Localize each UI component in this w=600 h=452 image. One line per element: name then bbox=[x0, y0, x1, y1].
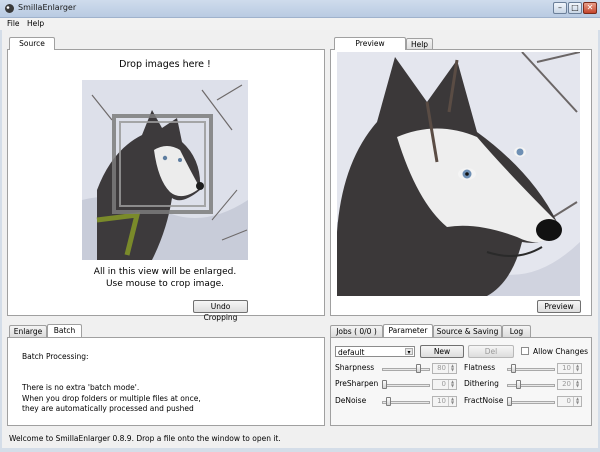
maximize-button[interactable]: □ bbox=[568, 2, 582, 14]
tab-enlarge[interactable]: Enlarge bbox=[9, 325, 47, 337]
tab-jobs[interactable]: Jobs ( 0/0 ) bbox=[330, 325, 383, 337]
fractnoise-value: 0 bbox=[566, 397, 571, 405]
allow-changes-label: Allow Changes bbox=[533, 347, 589, 356]
chevron-down-icon: ▾ bbox=[405, 348, 413, 356]
sharpness-spinbox[interactable]: 80 ▲ ▼ bbox=[432, 363, 457, 374]
preview-button[interactable]: Preview bbox=[537, 300, 581, 313]
spin-arrows-icon: ▲ ▼ bbox=[573, 380, 581, 389]
spin-arrows-icon: ▲ ▼ bbox=[448, 364, 456, 373]
sharpness-value: 80 bbox=[437, 364, 446, 372]
denoise-slider[interactable] bbox=[382, 396, 430, 408]
presharpen-value: 0 bbox=[441, 380, 446, 388]
status-bar: Welcome to SmillaEnlarger 0.8.9. Drop a … bbox=[9, 434, 281, 443]
denoise-spinbox[interactable]: 10 ▲ ▼ bbox=[432, 396, 457, 407]
batch-title: Batch Processing: bbox=[22, 352, 89, 361]
slider-thumb[interactable] bbox=[382, 380, 387, 389]
fractnoise-slider[interactable] bbox=[507, 396, 555, 408]
tab-batch[interactable]: Batch bbox=[47, 324, 82, 337]
close-button[interactable]: ✕ bbox=[583, 2, 597, 14]
dithering-spinbox[interactable]: 20 ▲ ▼ bbox=[557, 379, 582, 390]
batch-line1: There is no extra 'batch mode'. bbox=[22, 383, 140, 392]
tab-preview[interactable]: Preview bbox=[334, 37, 406, 50]
tab-source[interactable]: Source bbox=[9, 37, 55, 50]
spin-arrows-icon: ▲ ▼ bbox=[573, 364, 581, 373]
fractnoise-label: FractNoise bbox=[464, 396, 504, 405]
slider-track bbox=[382, 368, 430, 371]
batch-line3: they are automatically processed and pus… bbox=[22, 404, 194, 413]
source-info-line1: All in this view will be enlarged. bbox=[93, 267, 237, 277]
allow-changes-checkbox[interactable] bbox=[521, 347, 529, 355]
slider-track bbox=[382, 384, 430, 387]
presharpen-label: PreSharpen bbox=[335, 379, 379, 388]
title-bar[interactable]: SmillaEnlarger – □ ✕ bbox=[0, 0, 600, 18]
tab-log[interactable]: Log bbox=[502, 325, 531, 337]
fractnoise-spinbox[interactable]: 0 ▲ ▼ bbox=[557, 396, 582, 407]
presharpen-spinbox[interactable]: 0 ▲ ▼ bbox=[432, 379, 457, 390]
slider-track bbox=[507, 401, 555, 404]
flatness-slider[interactable] bbox=[507, 363, 555, 375]
minimize-button[interactable]: – bbox=[553, 2, 567, 14]
dithering-slider[interactable] bbox=[507, 379, 555, 391]
dithering-value: 20 bbox=[562, 380, 571, 388]
window-title: SmillaEnlarger bbox=[18, 3, 77, 12]
dithering-label: Dithering bbox=[464, 379, 499, 388]
new-preset-button[interactable]: New bbox=[420, 345, 464, 358]
denoise-label: DeNoise bbox=[335, 396, 367, 405]
preset-value: default bbox=[338, 348, 365, 357]
flatness-spinbox[interactable]: 10 ▲ ▼ bbox=[557, 363, 582, 374]
tab-parameter[interactable]: Parameter bbox=[383, 324, 433, 337]
delete-preset-button[interactable]: Del bbox=[468, 345, 514, 358]
slider-thumb[interactable] bbox=[507, 397, 512, 406]
preview-image[interactable] bbox=[337, 52, 580, 296]
spin-arrows-icon: ▲ ▼ bbox=[573, 397, 581, 406]
slider-thumb[interactable] bbox=[516, 380, 521, 389]
sharpness-label: Sharpness bbox=[335, 363, 375, 372]
spin-arrows-icon: ▲ ▼ bbox=[448, 397, 456, 406]
batch-line2: When you drop folders or multiple files … bbox=[22, 394, 201, 403]
slider-thumb[interactable] bbox=[511, 364, 516, 373]
undo-cropping-button[interactable]: Undo Cropping bbox=[193, 300, 248, 322]
denoise-value: 10 bbox=[437, 397, 446, 405]
drop-hint: Drop images here ! bbox=[119, 59, 211, 70]
menu-file[interactable]: File bbox=[7, 19, 20, 28]
sharpness-slider[interactable] bbox=[382, 363, 430, 375]
flatness-value: 10 bbox=[562, 364, 571, 372]
slider-thumb[interactable] bbox=[386, 397, 391, 406]
crop-frame-inner[interactable] bbox=[119, 121, 206, 207]
menu-bar: File Help bbox=[0, 18, 600, 30]
spin-arrows-icon: ▲ ▼ bbox=[448, 380, 456, 389]
slider-track bbox=[507, 384, 555, 387]
flatness-label: Flatness bbox=[464, 363, 496, 372]
presharpen-slider[interactable] bbox=[382, 379, 430, 391]
app-icon bbox=[5, 4, 14, 13]
preset-select[interactable]: default ▾ bbox=[335, 346, 415, 357]
tab-source-saving[interactable]: Source & Saving bbox=[433, 325, 502, 337]
source-info-line2: Use mouse to crop image. bbox=[105, 279, 225, 289]
menu-help[interactable]: Help bbox=[27, 19, 44, 28]
slider-thumb[interactable] bbox=[416, 364, 421, 373]
